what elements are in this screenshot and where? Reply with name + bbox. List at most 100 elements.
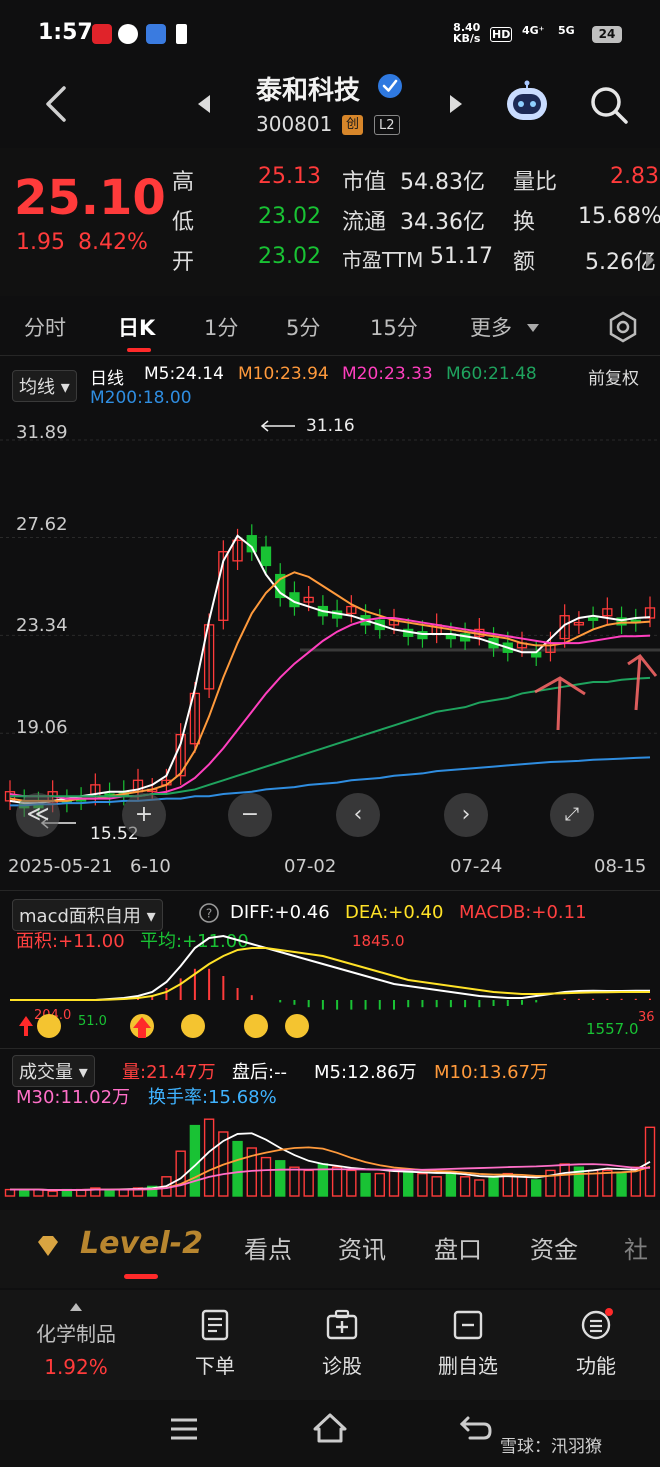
macd-diff: DIFF:+0.46 — [230, 902, 330, 923]
expand-quote-icon[interactable] — [644, 240, 656, 280]
float-value: 34.36亿 — [400, 210, 485, 235]
turnover-label: 换 — [513, 210, 536, 235]
mcap-label: 市值 — [342, 170, 387, 195]
tab-5min[interactable]: 5分 — [286, 312, 320, 342]
tab-more[interactable]: 更多 — [470, 312, 512, 342]
volume-bar — [602, 1169, 613, 1197]
ma5-line — [9, 534, 651, 805]
minus-square-icon — [453, 1310, 483, 1340]
volume-after-hours: 盘后:-- — [232, 1062, 288, 1083]
tab-1min[interactable]: 1分 — [204, 312, 238, 342]
open-value: 23.02 — [258, 244, 321, 269]
back-icon[interactable] — [42, 84, 72, 124]
status-time: 1:57 — [38, 20, 93, 45]
scroll-left-button[interactable]: ‹ — [336, 793, 380, 837]
buy-arrow-icon — [19, 1016, 33, 1036]
home-icon[interactable] — [312, 1412, 348, 1444]
fullscreen-button[interactable]: ⤢ — [550, 793, 594, 837]
zoom-out-left-button[interactable]: ≪ — [16, 793, 60, 837]
amount-label: 额 — [513, 250, 536, 275]
volume-bar — [488, 1176, 499, 1197]
kline-chart[interactable] — [0, 410, 660, 850]
volume-bar — [4, 1188, 16, 1197]
remove-watchlist-button[interactable]: 删自选 — [418, 1308, 518, 1379]
ma-selector-label: 均线 — [19, 377, 55, 398]
recents-icon[interactable] — [168, 1416, 200, 1442]
tab-community[interactable]: 社 — [624, 1230, 648, 1265]
next-stock-icon[interactable] — [448, 93, 464, 115]
volume-bar — [203, 1118, 215, 1197]
volume-bar — [616, 1172, 627, 1197]
vol-ratio-label: 量比 — [513, 170, 558, 195]
ma5-value: M5:24.14 — [144, 364, 224, 384]
volume-m10: M10:13.67万 — [434, 1062, 549, 1083]
diagnose-label: 诊股 — [322, 1354, 362, 1378]
adjust-mode[interactable]: 前复权 — [588, 364, 639, 389]
chevron-up-icon — [70, 1303, 82, 1311]
tab-15min[interactable]: 15分 — [370, 312, 418, 342]
tab-level2[interactable]: Level-2 — [80, 1226, 203, 1261]
prev-stock-icon[interactable] — [196, 93, 212, 115]
search-icon[interactable] — [588, 84, 630, 126]
order-icon — [201, 1309, 229, 1341]
high-value: 25.13 — [258, 164, 321, 189]
y-tick-3: 23.34 — [16, 615, 68, 636]
volume-bar — [289, 1166, 300, 1197]
stock-code: 300801 — [256, 112, 333, 136]
diff-line — [10, 934, 650, 1001]
ma200-value: M200:18.00 — [90, 388, 192, 408]
verified-icon — [378, 74, 402, 98]
candle-body — [587, 617, 599, 621]
sector-change: 1.92% — [44, 1355, 108, 1379]
annotation-mark — [534, 676, 586, 731]
scroll-right-button[interactable]: › — [444, 793, 488, 837]
volume-bar — [189, 1124, 201, 1197]
volume-chart[interactable] — [0, 1100, 660, 1200]
diagnose-button[interactable]: 诊股 — [292, 1308, 392, 1379]
tab-daily-k[interactable]: 日K — [118, 312, 155, 342]
zoom-in-button[interactable]: + — [122, 793, 166, 837]
volume-bar — [275, 1160, 286, 1197]
signal-5g-icon: 5G — [558, 24, 575, 37]
functions-button[interactable]: 功能 — [546, 1308, 646, 1379]
ai-robot-icon[interactable] — [502, 80, 552, 126]
tab-order-book[interactable]: 盘口 — [434, 1230, 482, 1265]
macd-bar: MACDB:+0.11 — [459, 902, 587, 923]
help-icon[interactable]: ? — [198, 902, 220, 924]
macd-neg-label: 1557.0 — [586, 1020, 639, 1038]
volume-bar — [232, 1140, 243, 1197]
high-marker: 31.16 — [306, 416, 355, 436]
volume-bar — [360, 1172, 371, 1197]
svg-text:?: ? — [206, 907, 212, 921]
stock-name: 泰和科技 — [256, 76, 361, 106]
volume-bar — [374, 1172, 385, 1197]
level2-tag: L2 — [374, 115, 400, 135]
tab-highlights[interactable]: 看点 — [244, 1230, 292, 1265]
tab-capital[interactable]: 资金 — [530, 1230, 578, 1265]
volume-bar — [388, 1169, 400, 1197]
chevron-down-icon — [527, 324, 539, 332]
back-nav-icon[interactable] — [458, 1414, 494, 1442]
volume-bar — [303, 1169, 314, 1197]
y-tick-1: 31.89 — [16, 422, 68, 443]
macd-peak-label: 1845.0 — [352, 932, 405, 950]
tab-intraday[interactable]: 分时 — [24, 312, 66, 342]
net-speed: 8.40 KB/s — [453, 22, 480, 44]
emoji-icon — [37, 1014, 61, 1038]
zoom-out-button[interactable]: − — [228, 793, 272, 837]
float-label: 流通 — [342, 210, 387, 235]
tab-news[interactable]: 资讯 — [338, 1230, 386, 1265]
sector-widget[interactable]: 化学制品 1.92% — [20, 1302, 132, 1379]
chart-settings-icon[interactable] — [606, 310, 640, 344]
volume-value: 量:21.47万 — [122, 1062, 216, 1083]
vol-m5-line — [10, 1132, 651, 1191]
y-tick-2: 27.62 — [16, 514, 68, 535]
price-change: 1.95 — [16, 230, 65, 255]
order-button[interactable]: 下单 — [165, 1308, 265, 1379]
volume-bar — [260, 1156, 272, 1197]
volume-bar — [417, 1172, 428, 1197]
info-tab-indicator — [124, 1274, 158, 1279]
vol-ratio-value: 2.83 — [610, 164, 659, 189]
ma-selector[interactable]: 均线 ▾ — [12, 370, 77, 402]
dea-line — [10, 947, 650, 1001]
